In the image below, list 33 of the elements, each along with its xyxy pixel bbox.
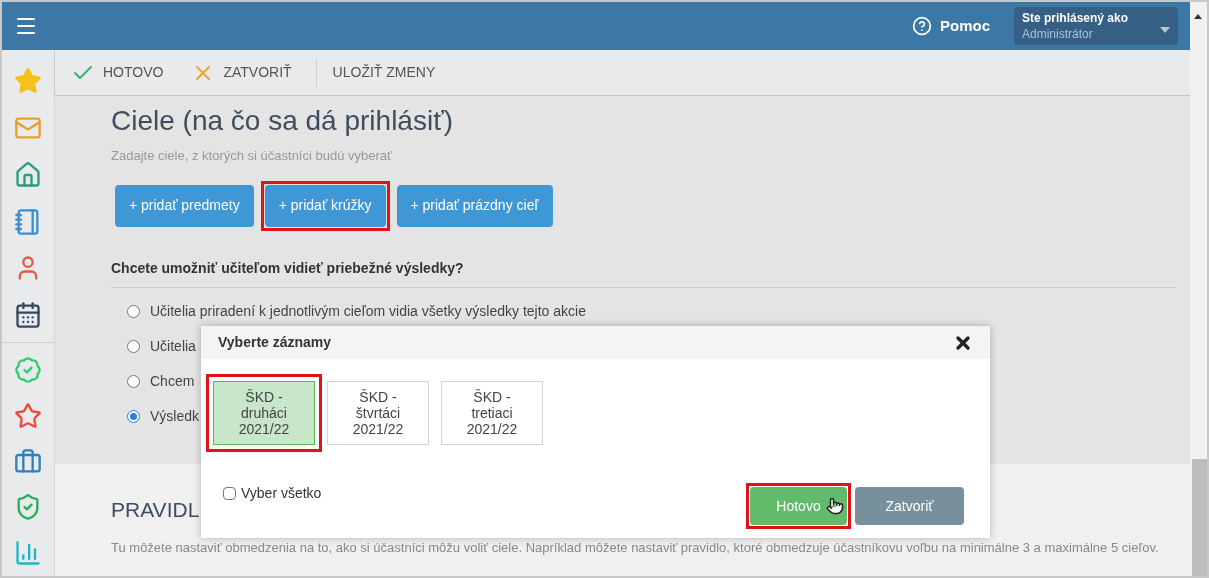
scroll-up-icon[interactable] [1194, 14, 1202, 19]
option-label: Výsledk [150, 406, 200, 426]
add-button[interactable]: + pridať krúžky [264, 184, 386, 227]
checkbox-label: Vyber všetko [241, 484, 322, 503]
radio-button[interactable] [127, 409, 140, 423]
scrollbar-thumb[interactable] [1192, 459, 1207, 576]
page-subtitle: Zadajte ciele, z ktorých si účastníci budú vyberať [111, 147, 393, 165]
dialog-button[interactable]: Zatvoriť [855, 487, 964, 525]
help-button[interactable]: Pomoc [912, 14, 990, 38]
option-label: Učitelia [150, 336, 196, 356]
toolbar-button[interactable]: ULOŽIŤ ZMENY [328, 62, 440, 83]
add-button[interactable]: + pridať predmety [115, 184, 254, 227]
add-button[interactable]: + pridať prázdny cieľ [396, 184, 553, 227]
radio-button[interactable] [127, 339, 140, 353]
page-title: Ciele (na čo sa dá prihlásiť) [111, 104, 454, 138]
section-heading: PRAVIDL [111, 497, 200, 523]
help-icon [912, 16, 932, 36]
caret-icon [1160, 27, 1170, 33]
record-tile[interactable]: ŠKD - tretiaci 2021/22 [441, 381, 543, 445]
question-label: Chcete umožniť učiteľom vidieť priebežné výsledky? [111, 257, 1176, 288]
option-label: Chcem [150, 371, 195, 391]
radio-button[interactable] [127, 304, 140, 318]
option-label: Učitelia priradení k jednotlivým cieľom vidia všetky výsledky tejto akcie [150, 301, 586, 321]
hand-cursor-icon [826, 495, 844, 517]
dialog-title: Vyberte záznamy [218, 333, 332, 352]
section-text: Tu môžete nastaviť obmedzenia na to, ako si účastníci môžu voliť ciele. Napríklad môžete nastaviť pravidlo, ktoré obmedzuje účastníkovu voľbu na minimálne 3 a maximálne 5 cieľov. [111, 539, 1160, 556]
toolbar-button[interactable]: HOTOVO [67, 60, 168, 85]
toolbar-button[interactable]: ZATVORIŤ [187, 60, 296, 85]
record-tile[interactable]: ŠKD - druháci 2021/22 [213, 381, 315, 445]
radio-button[interactable] [127, 374, 140, 388]
checkbox[interactable] [223, 487, 236, 500]
user-dropdown[interactable]: Ste prihlásený ako Administrátor [1014, 7, 1178, 45]
record-tile[interactable]: ŠKD - štvrtáci 2021/22 [327, 381, 429, 445]
